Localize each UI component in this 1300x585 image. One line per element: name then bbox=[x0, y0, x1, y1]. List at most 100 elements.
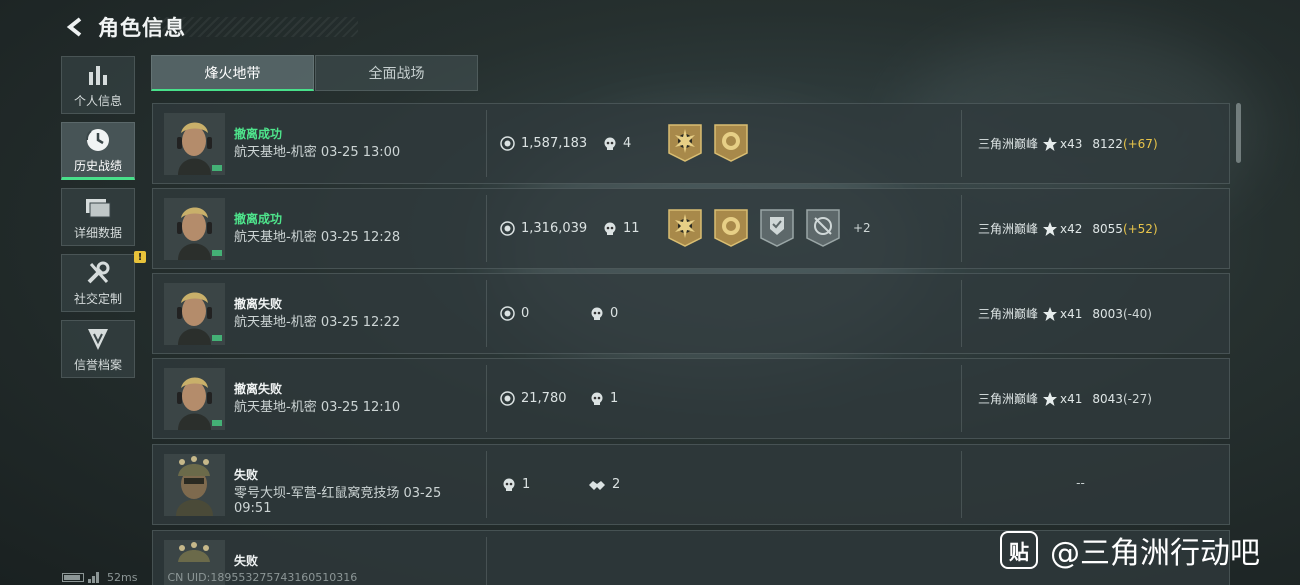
history-row[interactable]: 撤离失败 航天基地-机密 03-25 12:22 0 0 三角洲巅峰 x41 8… bbox=[152, 273, 1230, 354]
list-scrollbar[interactable] bbox=[1236, 103, 1241, 163]
bar-chart-icon bbox=[86, 62, 110, 88]
skull-icon bbox=[603, 222, 617, 236]
column-divider bbox=[486, 365, 487, 432]
rank-name: 三角洲巅峰 bbox=[978, 307, 1039, 321]
rank-score: 8043 bbox=[1092, 391, 1123, 406]
rank-name: 三角洲巅峰 bbox=[978, 137, 1039, 151]
history-row[interactable]: 撤离成功 航天基地-机密 03-25 13:00 1,587,183 4 三角洲… bbox=[152, 103, 1230, 184]
rank-score: 8122 bbox=[1092, 136, 1123, 151]
watermark-text: @三角洲行动吧 bbox=[1050, 536, 1260, 571]
extraction-status: 撤离失败 bbox=[234, 297, 283, 311]
rank-name: 三角洲巅峰 bbox=[978, 222, 1039, 236]
value-amount: 1,587,183 bbox=[521, 136, 588, 151]
sidebar-item-label: 信誉档案 bbox=[73, 357, 122, 372]
star-count: x41 bbox=[1060, 306, 1083, 321]
header-stripes bbox=[158, 17, 358, 37]
skull-icon bbox=[603, 137, 617, 151]
silver-target-badge-icon[interactable] bbox=[805, 208, 841, 248]
map-and-time: 航天基地-机密 03-25 12:22 bbox=[234, 315, 401, 330]
sidebar-item-label: 社交定制 bbox=[73, 291, 122, 306]
kills-stat: 1 bbox=[590, 391, 618, 406]
operator-avatar bbox=[164, 368, 225, 430]
back-arrow-icon bbox=[66, 17, 82, 37]
kills-count: 0 bbox=[610, 306, 619, 321]
value-amount: 1,316,039 bbox=[521, 221, 588, 236]
sidebar-item-details[interactable]: 详细数据 bbox=[61, 188, 135, 246]
page-header: 角色信息 bbox=[62, 10, 358, 44]
gold-sun-badge-icon[interactable] bbox=[667, 208, 703, 248]
map-and-time: 航天基地-机密 03-25 13:00 bbox=[234, 145, 401, 160]
folders-icon bbox=[84, 194, 112, 220]
match-status: 失败 bbox=[234, 468, 259, 482]
assists-stat: 2 bbox=[588, 477, 620, 492]
tab-warfare[interactable]: 全面战场 bbox=[315, 55, 478, 91]
sidebar-item-credit[interactable]: 信誉档案 bbox=[61, 320, 135, 378]
gold-coin-badge-icon[interactable] bbox=[713, 208, 749, 248]
operator-avatar bbox=[164, 454, 225, 516]
gold-coin-badge-icon[interactable] bbox=[713, 123, 749, 163]
kills-stat: 0 bbox=[590, 306, 618, 321]
history-icon bbox=[85, 127, 111, 153]
tab-extraction[interactable]: 烽火地带 bbox=[151, 55, 314, 91]
user-uid: CN UID:189553275743160510316 bbox=[167, 571, 358, 584]
column-divider bbox=[486, 280, 487, 347]
kills-count: 1 bbox=[522, 477, 531, 492]
skull-icon bbox=[590, 392, 604, 406]
value-amount: 21,780 bbox=[521, 391, 567, 406]
medal-list: +2 bbox=[667, 208, 871, 248]
history-row[interactable]: 失败 零号大坝-军营-红鼠窝竞技场 03-25 09:51 1 2 -- bbox=[152, 444, 1230, 525]
column-divider bbox=[961, 110, 962, 177]
column-divider bbox=[486, 451, 487, 518]
map-and-time: 零号大坝-军营-红鼠窝竞技场 03-25 09:51 bbox=[234, 486, 442, 516]
back-button[interactable] bbox=[62, 13, 90, 41]
alert-badge: ! bbox=[134, 251, 146, 263]
operator-avatar bbox=[164, 113, 225, 175]
silver-shield-badge-icon[interactable] bbox=[759, 208, 795, 248]
page-title: 角色信息 bbox=[98, 16, 186, 40]
match-status: 失败 bbox=[234, 554, 259, 568]
column-divider bbox=[486, 195, 487, 262]
star-icon bbox=[1042, 136, 1058, 152]
rank-name: 三角洲巅峰 bbox=[978, 392, 1039, 406]
rank-info: 三角洲巅峰 x42 8055 (+52) bbox=[978, 220, 1158, 237]
skull-icon bbox=[502, 478, 516, 492]
kills-count: 4 bbox=[623, 136, 632, 151]
kills-stat: 1 bbox=[502, 477, 530, 492]
history-row[interactable]: 撤离失败 航天基地-机密 03-25 12:10 21,780 1 三角洲巅峰 … bbox=[152, 358, 1230, 439]
gold-sun-badge-icon[interactable] bbox=[667, 123, 703, 163]
value-stat: 1,316,039 bbox=[500, 221, 587, 236]
value-stat: 21,780 bbox=[500, 391, 567, 406]
mode-tabs: 烽火地带 全面战场 bbox=[151, 55, 478, 91]
star-icon bbox=[1042, 221, 1058, 237]
sidebar-item-social[interactable]: ! 社交定制 bbox=[61, 251, 146, 312]
more-medals-count[interactable]: +2 bbox=[853, 221, 871, 235]
extraction-status: 撤离成功 bbox=[234, 212, 283, 226]
column-divider bbox=[486, 110, 487, 177]
history-row[interactable]: 撤离成功 航天基地-机密 03-25 12:28 1,316,039 11 +2… bbox=[152, 188, 1230, 269]
score-delta: (+67) bbox=[1122, 136, 1158, 151]
coin-icon bbox=[500, 391, 515, 406]
assists-count: 2 bbox=[612, 477, 621, 492]
sidebar: 个人信息 历史战绩 详细数据 ! 社交定制 信誉档案 bbox=[61, 56, 146, 386]
tieba-logo-icon: 贴 bbox=[1000, 531, 1038, 569]
signal-icon bbox=[88, 572, 99, 583]
star-icon bbox=[1042, 306, 1058, 322]
score-delta: (+52) bbox=[1122, 221, 1158, 236]
value-stat: 0 bbox=[500, 306, 529, 321]
operator-avatar bbox=[164, 283, 225, 345]
extraction-status: 撤离失败 bbox=[234, 382, 283, 396]
map-and-time: 航天基地-机密 03-25 12:10 bbox=[234, 400, 401, 415]
value-stat: 1,587,183 bbox=[500, 136, 587, 151]
score-delta: (-27) bbox=[1122, 391, 1152, 406]
rank-score: 8055 bbox=[1092, 221, 1123, 236]
rank-score: 8003 bbox=[1092, 306, 1123, 321]
medal-list bbox=[667, 123, 759, 163]
kills-count: 11 bbox=[623, 221, 640, 236]
sidebar-item-history[interactable]: 历史战绩 bbox=[61, 122, 135, 180]
kills-count: 1 bbox=[610, 391, 619, 406]
column-divider bbox=[961, 280, 962, 347]
sidebar-item-label: 个人信息 bbox=[73, 93, 122, 108]
sidebar-item-label: 历史战绩 bbox=[73, 158, 122, 173]
star-count: x42 bbox=[1060, 221, 1083, 236]
sidebar-item-profile[interactable]: 个人信息 bbox=[61, 56, 135, 114]
